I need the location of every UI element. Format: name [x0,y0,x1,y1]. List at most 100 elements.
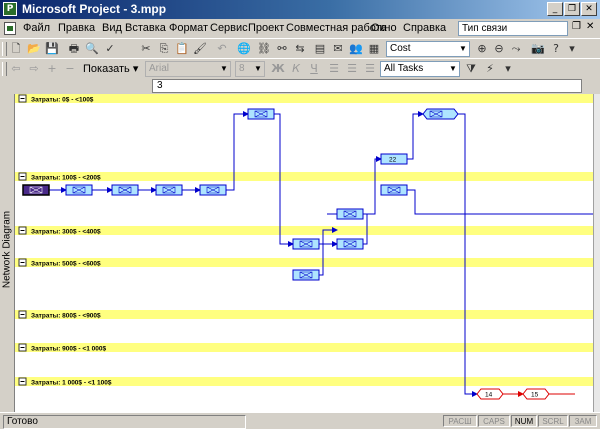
menu-format[interactable]: Формат [169,22,208,34]
doc-close-icon[interactable]: ✕ [586,21,594,32]
node-c3[interactable] [336,208,364,220]
minus-icon[interactable]: − [62,61,78,76]
node-22[interactable]: 22 [380,153,408,165]
task-info-icon[interactable]: ▤ [312,41,328,56]
cost-band: Затраты: 500$ - <600$ [15,258,593,268]
align-right-icon[interactable]: ☰ [362,61,378,76]
italic-icon[interactable]: К [288,61,304,76]
hyperlink-icon[interactable]: 🌐 [236,41,252,56]
align-left-icon[interactable]: ☰ [326,61,342,76]
paste-icon[interactable]: 📋 [174,41,190,56]
gantt-wizard-icon[interactable]: ⚡ [482,61,498,76]
microsoft-project-icon: P [3,2,17,16]
cost-band: Затраты: 0$ - <100$ [15,94,593,104]
chevron-down-icon[interactable]: ▼ [218,62,230,76]
help-icon[interactable]: ? [548,41,564,56]
network-diagram[interactable]: Затраты: 0$ - <100$ Затраты: 100$ - <200$… [15,94,593,412]
unlink-tasks-icon[interactable]: ⚯ [274,41,290,56]
node-a3[interactable] [155,184,183,196]
toolbar-grip[interactable] [2,42,7,56]
show-button[interactable]: Показать ▾ [83,61,138,77]
menu-tools[interactable]: Сервис [210,22,248,34]
node-a1[interactable] [65,184,93,196]
node-f1[interactable] [422,108,459,120]
menu-window[interactable]: Окно [371,22,397,34]
zoom-out-icon[interactable]: ⊖ [491,41,507,56]
node-14[interactable]: 14 [476,388,504,400]
vertical-scrollbar[interactable] [593,94,600,412]
formatting-toolbar: ⇦ ⇨ + − Показать ▾ Arial ▼ 8 ▼ Ж К Ч ☰ ☰… [0,58,600,79]
node-d1[interactable] [292,269,320,281]
node-b1[interactable] [247,108,275,120]
help-question-box[interactable]: Тип связи [458,21,568,36]
menu-project[interactable]: Проект [248,22,284,34]
new-icon[interactable]: 🗋 [8,41,24,56]
arrow-left-icon[interactable]: ⇦ [8,61,24,76]
zoom-in-icon[interactable]: ⊕ [474,41,490,56]
copy-picture-wizard-icon[interactable]: 📷 [530,41,546,56]
toolbar-options-icon[interactable]: ▾ [564,41,580,56]
chevron-down-icon[interactable]: ▼ [447,62,459,76]
network-diagram-canvas[interactable]: Затраты: 0$ - <100$ Затраты: 100$ - <200$… [15,94,593,412]
document-icon[interactable] [4,22,16,35]
cost-band-label: Затраты: 0$ - <100$ [31,97,94,104]
size-combo[interactable]: 8 ▼ [235,61,265,77]
filter-combo[interactable]: All Tasks ▼ [380,61,460,77]
save-icon[interactable]: 💾 [44,41,60,56]
status-ovr: ЗАМ [569,415,597,427]
align-center-icon[interactable]: ☰ [344,61,360,76]
assign-resources-icon[interactable]: 👥 [348,41,364,56]
toolbar-options-icon[interactable]: ▾ [500,61,516,76]
underline-icon[interactable]: Ч [306,61,322,76]
autofilter-icon[interactable]: ⧩ [463,61,479,76]
minimize-button[interactable]: _ [547,2,563,16]
status-text: Готово [3,415,246,429]
copy-icon[interactable]: ⎘ [156,41,172,56]
plus-icon[interactable]: + [44,61,60,76]
arrow-right-icon[interactable]: ⇨ [26,61,42,76]
menu-file[interactable]: Файл [23,22,50,34]
goto-task-icon[interactable]: ⤳ [508,41,524,56]
spelling-icon[interactable]: ✓ [102,41,118,56]
node-15[interactable]: 15 [522,388,550,400]
node-c1[interactable] [292,238,320,250]
cost-band-bar [15,172,593,181]
chevron-down-icon[interactable]: ▼ [252,62,264,76]
print-icon[interactable]: 🖶 [66,41,82,56]
print-preview-icon[interactable]: 🔍 [84,41,100,56]
toolbar-grip[interactable] [2,62,7,76]
node-a2[interactable] [111,184,139,196]
node-e1[interactable] [380,184,408,196]
undo-icon[interactable]: ↶ [214,41,230,56]
maximize-button[interactable]: ❐ [564,2,580,16]
menu-insert[interactable]: Вставка [125,22,166,34]
cut-icon[interactable]: ✂ [138,41,154,56]
format-painter-icon[interactable]: 🖌 [192,41,208,56]
cost-band: Затраты: 800$ - <900$ [15,310,593,320]
node-a4[interactable] [199,184,227,196]
split-task-icon[interactable]: ⇆ [292,41,308,56]
font-combo-value: Arial [149,63,170,74]
cost-band-label: Затраты: 1 000$ - <1 100$ [31,380,112,387]
view-label: Network Diagram [1,210,13,289]
field-combo[interactable]: Cost ▼ [386,41,470,57]
link [319,227,338,276]
cost-band-label: Затраты: 800$ - <900$ [31,313,101,320]
menu-edit[interactable]: Правка [58,22,95,34]
field-combo-value: Cost [390,43,411,54]
doc-restore-icon[interactable]: ❐ [572,21,581,32]
entry-field[interactable]: 3 [152,79,582,93]
menu-view[interactable]: Вид [102,22,122,34]
copy-picture-icon[interactable]: ▦ [366,41,382,56]
close-button[interactable]: ✕ [581,2,597,16]
menu-help[interactable]: Справка [403,22,446,34]
node-c2[interactable] [336,238,364,250]
task-notes-icon[interactable]: ✉ [330,41,346,56]
cost-band: Затраты: 900$ - <1 000$ [15,343,593,353]
link-tasks-icon[interactable]: ⛓ [256,41,272,56]
node-start[interactable] [22,184,50,196]
bold-icon[interactable]: Ж [270,61,286,76]
chevron-down-icon[interactable]: ▼ [457,42,469,56]
font-combo[interactable]: Arial ▼ [145,61,231,77]
open-icon[interactable]: 📂 [26,41,42,56]
